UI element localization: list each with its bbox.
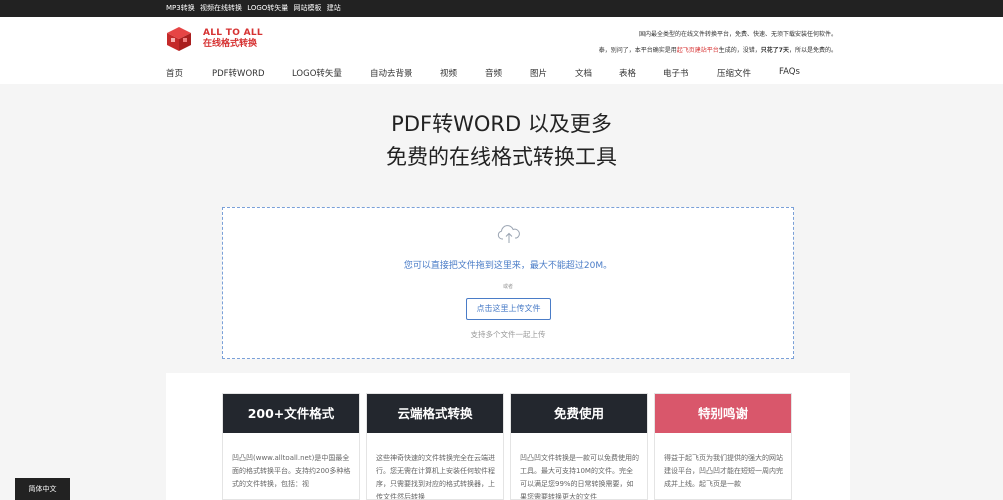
topbar-link-build[interactable]: 建站 [327,4,341,12]
nav-item-video[interactable]: 视频 [440,67,485,79]
nav-item-home[interactable]: 首页 [166,67,212,79]
topbar-link-video[interactable]: 视频在线转换 [200,4,242,12]
top-links-bar: MP3转换 视频在线转换 LOGO转矢量 网站模板 建站 [0,0,1003,17]
nav-item-spreadsheet[interactable]: 表格 [619,67,663,79]
feature-card-thanks: 特别鸣谢 得益于起飞页为我们提供的强大的网站建设平台，凹凸凹才能在短短一周内完成… [654,393,792,500]
site-header: ALL TO ALL 在线格式转换 国内最全类型的在线文件转换平台，免费、快速、… [0,17,1003,84]
feature-card-free: 免费使用 凹凸凹文件转换是一款可以免费使用的工具。最大可支持10M的文件。完全可… [510,393,648,500]
logo-title-cn: 在线格式转换 [203,39,258,49]
or-label: 或者 [502,284,513,290]
feature-card-text: 得益于起飞页为我们提供的强大的网站建设平台，凹凸凹才能在短短一周内完成并上线。起… [664,454,783,488]
feature-card-title: 免费使用 [511,394,647,433]
hero-heading: PDF转WORD 以及更多 免费的在线格式转换工具 [0,108,1003,174]
upload-file-button[interactable]: 点击这里上传文件 [466,298,551,320]
feature-card-title: 200+文件格式 [223,394,359,433]
multi-upload-hint: 支持多个文件一起上传 [470,330,546,339]
feature-card-text: 凹凸凹文件转换是一款可以免费使用的工具。最大可支持10M的文件。完全可以满足您9… [520,454,639,500]
nav-item-image[interactable]: 图片 [530,67,575,79]
nav-item-ebook[interactable]: 电子书 [663,67,717,79]
cube-logo-icon [167,27,191,51]
nav-item-remove-bg[interactable]: 自动去背景 [370,67,440,79]
topbar-link-mp3[interactable]: MP3转换 [166,4,195,12]
file-drop-zone[interactable]: 您可以直接把文件拖到这里来，最大不能超过20M。 或者 点击这里上传文件 支持多… [222,207,794,359]
logo-title-en: ALL TO ALL [203,28,263,38]
cloud-upload-icon [497,225,520,243]
hero-title-line-2: 免费的在线格式转换工具 [386,145,617,169]
feature-card-title: 云端格式转换 [367,394,503,433]
site-slogan: 国内最全类型的在线文件转换平台，免费、快速、无须下载安装任何软件。 泰，别问了，… [599,27,837,59]
site-logo[interactable]: ALL TO ALL 在线格式转换 [166,26,263,52]
language-switch-button[interactable]: 简体中文 [15,478,70,500]
main-nav: 首页 PDF转WORD LOGO转矢量 自动去背景 视频 音频 图片 文档 表格… [166,67,819,79]
slogan-line-2: 泰，别问了，本平台确实是用起飞页建站平台生成的，没错，只花了7天，所以是免费的。 [598,47,837,54]
feature-card-title: 特别鸣谢 [655,394,791,433]
nav-item-logo-vector[interactable]: LOGO转矢量 [292,67,370,79]
nav-item-document[interactable]: 文档 [575,67,619,79]
topbar-link-templates[interactable]: 网站模板 [294,4,322,12]
builder-link[interactable]: 起飞页建站平台 [677,47,719,54]
drop-instruction: 您可以直接把文件拖到这里来，最大不能超过20M。 [403,261,613,271]
topbar-link-logo[interactable]: LOGO转矢量 [247,4,288,12]
nav-item-archive[interactable]: 压缩文件 [717,67,779,79]
nav-item-pdf-to-word[interactable]: PDF转WORD [212,67,292,79]
nav-item-faqs[interactable]: FAQs [779,67,819,79]
nav-item-audio[interactable]: 音频 [485,67,530,79]
hero-title-line-1: PDF转WORD 以及更多 [391,112,612,136]
feature-card-text: 凹凸凹(www.alltoall.net)是中国最全面的格式转换平台。支持约20… [232,454,351,488]
feature-card-formats: 200+文件格式 凹凸凹(www.alltoall.net)是中国最全面的格式转… [222,393,360,500]
feature-card-text: 这些神奇快速的文件转换完全在云端进行。您无需在计算机上安装任何软件程序，只需要找… [376,454,495,500]
slogan-line-1: 国内最全类型的在线文件转换平台，免费、快速、无须下载安装任何软件。 [638,31,837,38]
features-section: 200+文件格式 凹凸凹(www.alltoall.net)是中国最全面的格式转… [166,373,850,500]
feature-card-cloud: 云端格式转换 这些神奇快速的文件转换完全在云端进行。您无需在计算机上安装任何软件… [366,393,504,500]
